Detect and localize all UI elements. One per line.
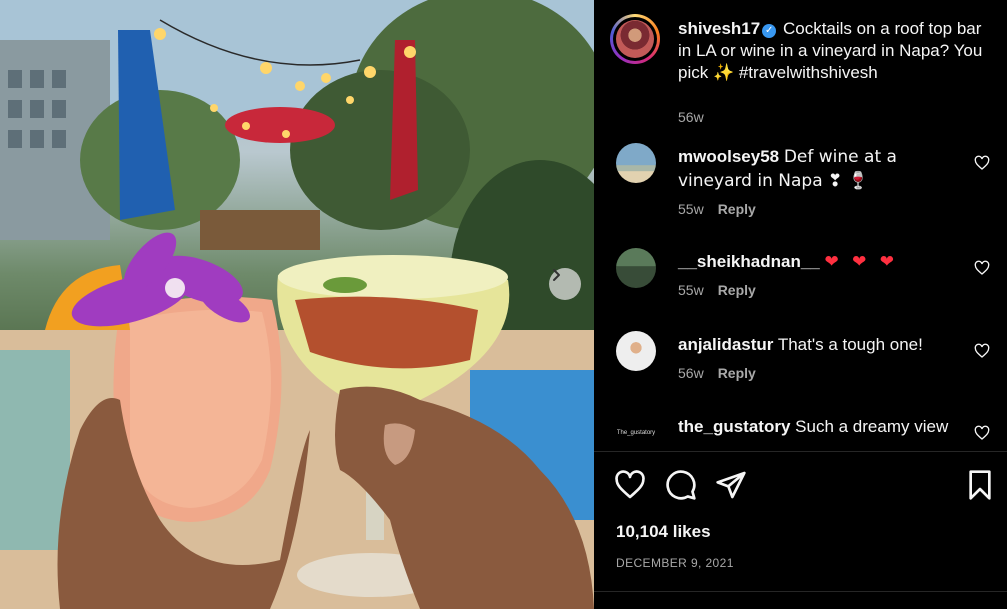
comment-timestamp[interactable]: 55w [678,282,704,298]
author-avatar[interactable] [610,14,660,64]
share-icon[interactable] [715,469,747,501]
post-image [0,0,594,609]
comment-text-block: the_gustatory Such a dreamy view [678,415,968,438]
comment-text-block: anjalidastur That's a tough one! [678,333,968,356]
comment-text: ❤ ❤ ❤ [824,252,899,272]
post-actions: 10,104 likes DECEMBER 9, 2021 [594,451,1007,609]
post-sidebar: shivesh17 ✓ Cocktails on a roof top bar i… [594,0,1007,609]
cocktails-photo [0,0,594,609]
commenter-username[interactable]: __sheikhadnan__ [678,252,820,271]
verified-badge-icon: ✓ [762,24,777,38]
comment-text-block: mwoolsey58 Def wine at a vineyard in Nap… [678,145,968,193]
comment-meta: 56w Reply [678,365,756,381]
commenter-avatar[interactable]: The_gustatory [616,413,656,451]
likes-count[interactable]: 10,104 likes [616,522,711,542]
comment-meta: 55w Reply [678,201,756,217]
bookmark-icon[interactable] [964,469,996,501]
reply-button[interactable]: Reply [718,282,756,298]
comment-like-heart-icon[interactable] [974,425,990,441]
comment-text-block: __sheikhadnan__ ❤ ❤ ❤ [678,250,968,274]
comment-text: That's a tough one! [777,335,923,354]
next-image-button[interactable] [549,268,581,300]
commenter-username[interactable]: the_gustatory [678,417,790,436]
comment-item: The_gustatory the_gustatory Such a dream… [616,413,991,451]
caption-text-block: shivesh17 ✓ Cocktails on a roof top bar i… [678,18,990,84]
commenter-avatar[interactable] [616,248,656,288]
caption-timestamp[interactable]: 56w [678,109,704,125]
commenter-username[interactable]: anjalidastur [678,335,773,354]
chevron-right-icon [553,269,560,281]
comment-like-heart-icon[interactable] [974,343,990,359]
divider [594,591,1007,592]
heart-icon[interactable] [614,469,646,501]
author-username[interactable]: shivesh17 [678,19,760,38]
comment-meta: 55w Reply [678,282,756,298]
commenter-username[interactable]: mwoolsey58 [678,147,779,166]
commenter-avatar[interactable] [616,143,656,183]
comment-like-heart-icon[interactable] [974,155,990,171]
commenter-avatar[interactable] [616,331,656,371]
reply-button[interactable]: Reply [718,201,756,217]
comment-icon[interactable] [665,469,697,501]
reply-button[interactable]: Reply [718,365,756,381]
comment-like-heart-icon[interactable] [974,260,990,276]
avatar-image [616,20,654,58]
comment-timestamp[interactable]: 56w [678,365,704,381]
comment-text: Such a dreamy view [795,417,949,436]
comment-timestamp[interactable]: 55w [678,201,704,217]
post-date: DECEMBER 9, 2021 [616,556,734,570]
